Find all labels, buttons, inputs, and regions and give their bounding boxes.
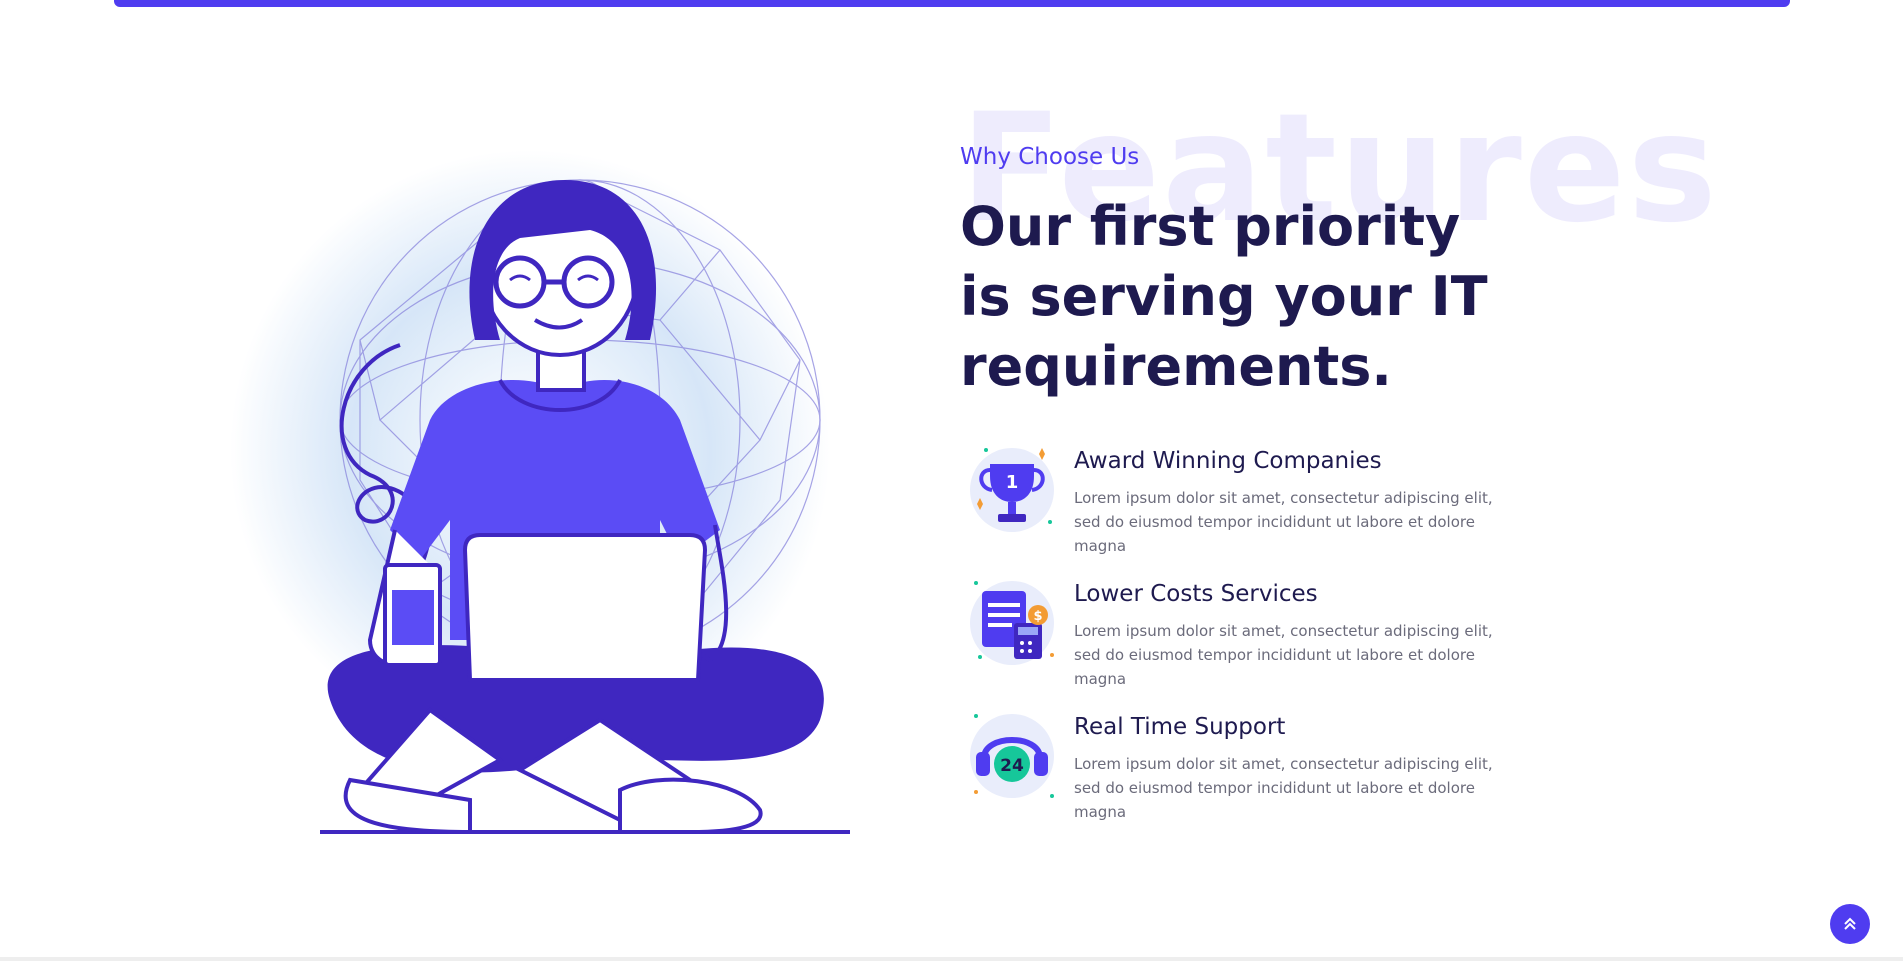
scroll-to-top-button[interactable] bbox=[1830, 904, 1870, 944]
feature-item-award: 1 Award Winning Companies Lorem ipsum do… bbox=[960, 448, 1680, 581]
feature-title: Real Time Support bbox=[1074, 714, 1286, 740]
double-chevron-up-icon bbox=[1844, 917, 1856, 930]
feature-list: 1 Award Winning Companies Lorem ipsum do… bbox=[960, 448, 1680, 847]
right-foot bbox=[618, 777, 763, 834]
features-content: Features Why Choose Us Our first priorit… bbox=[960, 82, 1717, 847]
feature-description: Lorem ipsum dolor sit amet, consectetur … bbox=[1074, 622, 1493, 688]
feature-description: Lorem ipsum dolor sit amet, consectetur … bbox=[1074, 755, 1493, 821]
section-eyebrow: Why Choose Us bbox=[960, 144, 1140, 170]
feature-title: Award Winning Companies bbox=[1074, 448, 1382, 474]
section-headline: Our first priority is serving your IT re… bbox=[960, 195, 1488, 398]
svg-text:1: 1 bbox=[1006, 472, 1019, 493]
bottom-divider bbox=[0, 957, 1903, 961]
feature-description: Lorem ipsum dolor sit amet, consectetur … bbox=[1074, 489, 1493, 555]
invoice-calculator-icon: $ bbox=[960, 569, 1064, 673]
svg-text:$: $ bbox=[1033, 609, 1042, 624]
feature-title: Lower Costs Services bbox=[1074, 581, 1318, 607]
laptop bbox=[462, 533, 708, 682]
woman-with-laptop-illustration bbox=[230, 150, 850, 835]
feature-item-costs: $ Lower Costs Services Lorem ipsum dolor… bbox=[960, 581, 1680, 714]
top-accent-bar bbox=[114, 0, 1790, 7]
feature-item-support: 24 Real Time Support Lorem ipsum dolor s… bbox=[960, 714, 1680, 847]
trophy-icon: 1 bbox=[960, 436, 1064, 540]
hero-illustration bbox=[220, 120, 880, 840]
svg-text:24: 24 bbox=[1000, 756, 1024, 776]
headset-24-icon: 24 bbox=[960, 702, 1064, 806]
